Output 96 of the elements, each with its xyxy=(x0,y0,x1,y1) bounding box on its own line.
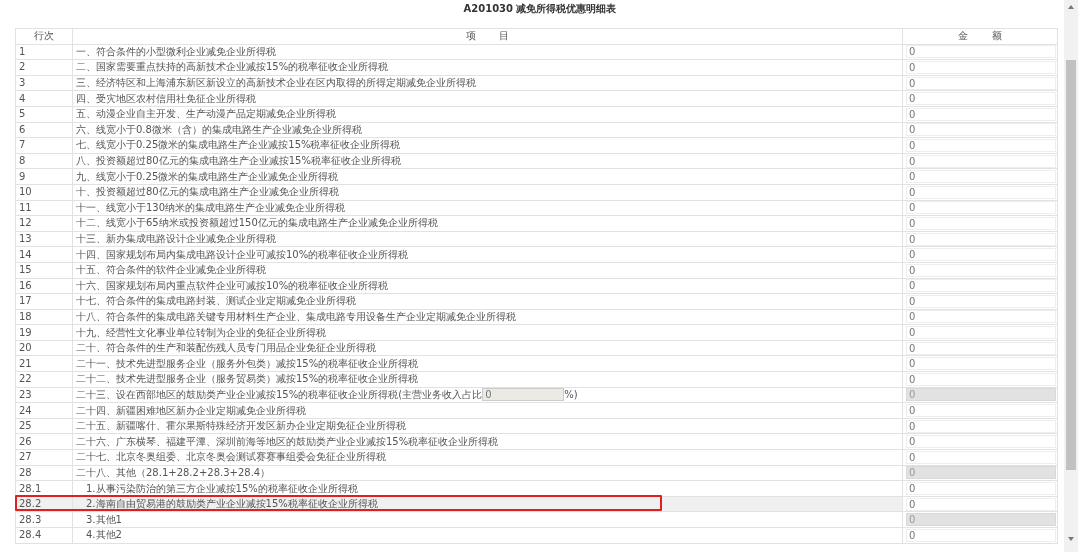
item-label: 十五、符合条件的软件企业减免企业所得税 xyxy=(76,264,266,277)
item-label: 九、线宽小于0.25微米的集成电路生产企业减免企业所得税 xyxy=(76,170,339,183)
item-label: 4.其他2 xyxy=(86,529,122,542)
line-number: 1 xyxy=(19,45,26,58)
amount-field[interactable]: 0 xyxy=(906,404,1056,418)
line-number: 18 xyxy=(19,311,32,323)
amount-field[interactable]: 0 xyxy=(906,279,1056,293)
line-number: 5 xyxy=(19,108,26,121)
line-number: 16 xyxy=(19,279,32,292)
item-label: 八、投资额超过80亿元的集成电路生产企业减按15%税率征收企业所得税 xyxy=(76,155,401,168)
line-number: 23 xyxy=(19,388,32,401)
line-number: 26 xyxy=(19,435,32,448)
amount-field[interactable]: 0 xyxy=(906,419,1056,433)
amount-field[interactable]: 0 xyxy=(906,76,1056,90)
item-label: 二十三、设在西部地区的鼓励类产业企业减按15%的税率征收企业所得税(主营业务收入占比 xyxy=(76,388,483,401)
item-label: 十一、线宽小于130纳米的集成电路生产企业减免企业所得税 xyxy=(76,201,346,214)
amount-field[interactable]: 0 xyxy=(906,123,1056,137)
item-label: 二、国家需要重点扶持的高新技术企业减按15%的税率征收企业所得税 xyxy=(76,61,389,74)
amount-field[interactable]: 0 xyxy=(906,232,1056,246)
line-number: 25 xyxy=(19,420,32,433)
amount-field[interactable]: 0 xyxy=(906,107,1056,121)
item-label: 二十八、其他（28.1+28.2+28.3+28.4） xyxy=(76,466,271,479)
item-label: 二十六、广东横琴、福建平潭、深圳前海等地区的鼓励类产业企业减按15%税率征收企业所得税 xyxy=(76,435,499,448)
amount-field[interactable]: 0 xyxy=(906,435,1056,449)
amount-field[interactable]: 0 xyxy=(906,372,1056,386)
line-number: 19 xyxy=(19,326,32,339)
item-label: 二十一、技术先进型服务企业（服务外包类）减按15%的税率征收企业所得税 xyxy=(76,357,419,370)
item-label: 十六、国家规划布局内重点软件企业可减按10%的税率征收企业所得税 xyxy=(76,279,389,292)
amount-field[interactable]: 0 xyxy=(906,170,1056,184)
item-label: 三、经济特区和上海浦东新区新设立的高新技术企业在区内取得的所得定期减免企业所得税 xyxy=(76,77,476,90)
column-header: 金 额 xyxy=(958,30,1002,43)
line-number: 15 xyxy=(19,264,32,277)
item-label: 十八、符合条件的集成电路关键专用材料生产企业、集成电路专用设备生产企业定期减免企业所得税 xyxy=(76,311,516,323)
item-label: 二十二、技术先进型服务企业（服务贸易类）减按15%的税率征收企业所得税 xyxy=(76,373,419,386)
amount-field[interactable]: 0 xyxy=(906,310,1056,324)
column-header: 项 目 xyxy=(465,30,510,43)
line-number: 6 xyxy=(19,123,26,136)
line-number: 12 xyxy=(19,217,32,230)
scrollbar-thumb[interactable] xyxy=(1066,60,1076,470)
line-number: 11 xyxy=(19,201,32,214)
amount-field[interactable]: 0 xyxy=(906,216,1056,230)
amount-field[interactable]: 0 xyxy=(906,138,1056,152)
item-label: 一、符合条件的小型微利企业减免企业所得税 xyxy=(76,45,276,58)
line-number: 8 xyxy=(19,155,26,168)
amount-field[interactable]: 0 xyxy=(906,185,1056,199)
item-label: 2.海南自由贸易港的鼓励类产业企业减按15%税率征收企业所得税 xyxy=(86,498,378,511)
line-number: 28.1 xyxy=(19,482,42,495)
item-label: 二十、符合条件的生产和装配伤残人员专门用品企业免征企业所得税 xyxy=(76,342,376,355)
line-number: 10 xyxy=(19,186,32,199)
line-number: 28 xyxy=(19,466,32,479)
line-number: 28.4 xyxy=(19,529,42,542)
item-label: 十、投资额超过80亿元的集成电路生产企业减免企业所得税 xyxy=(76,186,339,199)
item-label: 十四、国家规划布局内集成电路设计企业可减按10%的税率征收企业所得税 xyxy=(76,248,409,261)
line-number: 17 xyxy=(19,295,32,308)
amount-field[interactable]: 0 xyxy=(906,201,1056,215)
amount-field[interactable]: 0 xyxy=(906,450,1056,464)
amount-field[interactable]: 0 xyxy=(906,248,1056,262)
amount-field[interactable]: 0 xyxy=(906,92,1056,106)
item-label: 十三、新办集成电路设计企业减免企业所得税 xyxy=(76,233,276,245)
item-label: 十二、线宽小于65纳米或投资额超过150亿元的集成电路生产企业减免企业所得税 xyxy=(76,217,438,230)
line-number: 9 xyxy=(19,170,26,183)
amount-field[interactable]: 0 xyxy=(906,263,1056,277)
line-number: 7 xyxy=(19,139,26,152)
item-label: 二十四、新疆困难地区新办企业定期减免企业所得税 xyxy=(76,404,306,417)
line-number: 2 xyxy=(19,61,26,74)
item-label: 3.其他1 xyxy=(86,513,122,526)
item-label: 七、线宽小于0.25微米的集成电路生产企业减按15%税率征收企业所得税 xyxy=(76,139,401,152)
form-title: A201030 减免所得税优惠明细表 xyxy=(463,3,617,14)
column-header: 行次 xyxy=(34,30,54,43)
amount-field[interactable]: 0 xyxy=(906,61,1056,74)
amount-field[interactable]: 0 xyxy=(906,294,1056,308)
item-label: 二十五、新疆喀什、霍尔果斯特殊经济开发区新办企业定期免征企业所得税 xyxy=(76,420,406,433)
amount-field[interactable]: 0 xyxy=(906,326,1056,340)
item-label: 二十七、北京冬奥组委、北京冬奥会测试赛赛事组委会免征企业所得税 xyxy=(76,451,386,464)
line-number: 13 xyxy=(19,233,32,245)
line-number: 3 xyxy=(19,77,26,90)
item-label: 十九、经营性文化事业单位转制为企业的免征企业所得税 xyxy=(76,326,326,339)
line-number: 28.2 xyxy=(19,498,42,511)
item-label: 十七、符合条件的集成电路封装、测试企业定期减免企业所得税 xyxy=(76,295,356,308)
item-label: 五、动漫企业自主开发、生产动漫产品定期减免企业所得税 xyxy=(76,108,336,121)
line-number: 28.3 xyxy=(19,513,42,526)
amount-field[interactable]: 0 xyxy=(906,357,1056,371)
line-number: 21 xyxy=(19,357,32,370)
item-label: 四、受灾地区农村信用社免征企业所得税 xyxy=(76,92,256,105)
amount-field[interactable]: 0 xyxy=(906,45,1056,59)
line-number: 14 xyxy=(19,248,32,261)
item-label: 1.从事污染防治的第三方企业减按15%的税率征收企业所得税 xyxy=(86,482,358,495)
percent-label: %) xyxy=(564,388,578,401)
amount-field[interactable]: 0 xyxy=(906,341,1056,355)
line-number: 22 xyxy=(19,373,32,386)
amount-field[interactable]: 0 xyxy=(906,154,1056,168)
line-number: 24 xyxy=(19,404,32,417)
item-label: 六、线宽小于0.8微米（含）的集成电路生产企业减免企业所得税 xyxy=(76,123,362,136)
line-number: 20 xyxy=(19,342,32,355)
line-number: 4 xyxy=(19,92,26,105)
line-number: 27 xyxy=(19,451,32,464)
